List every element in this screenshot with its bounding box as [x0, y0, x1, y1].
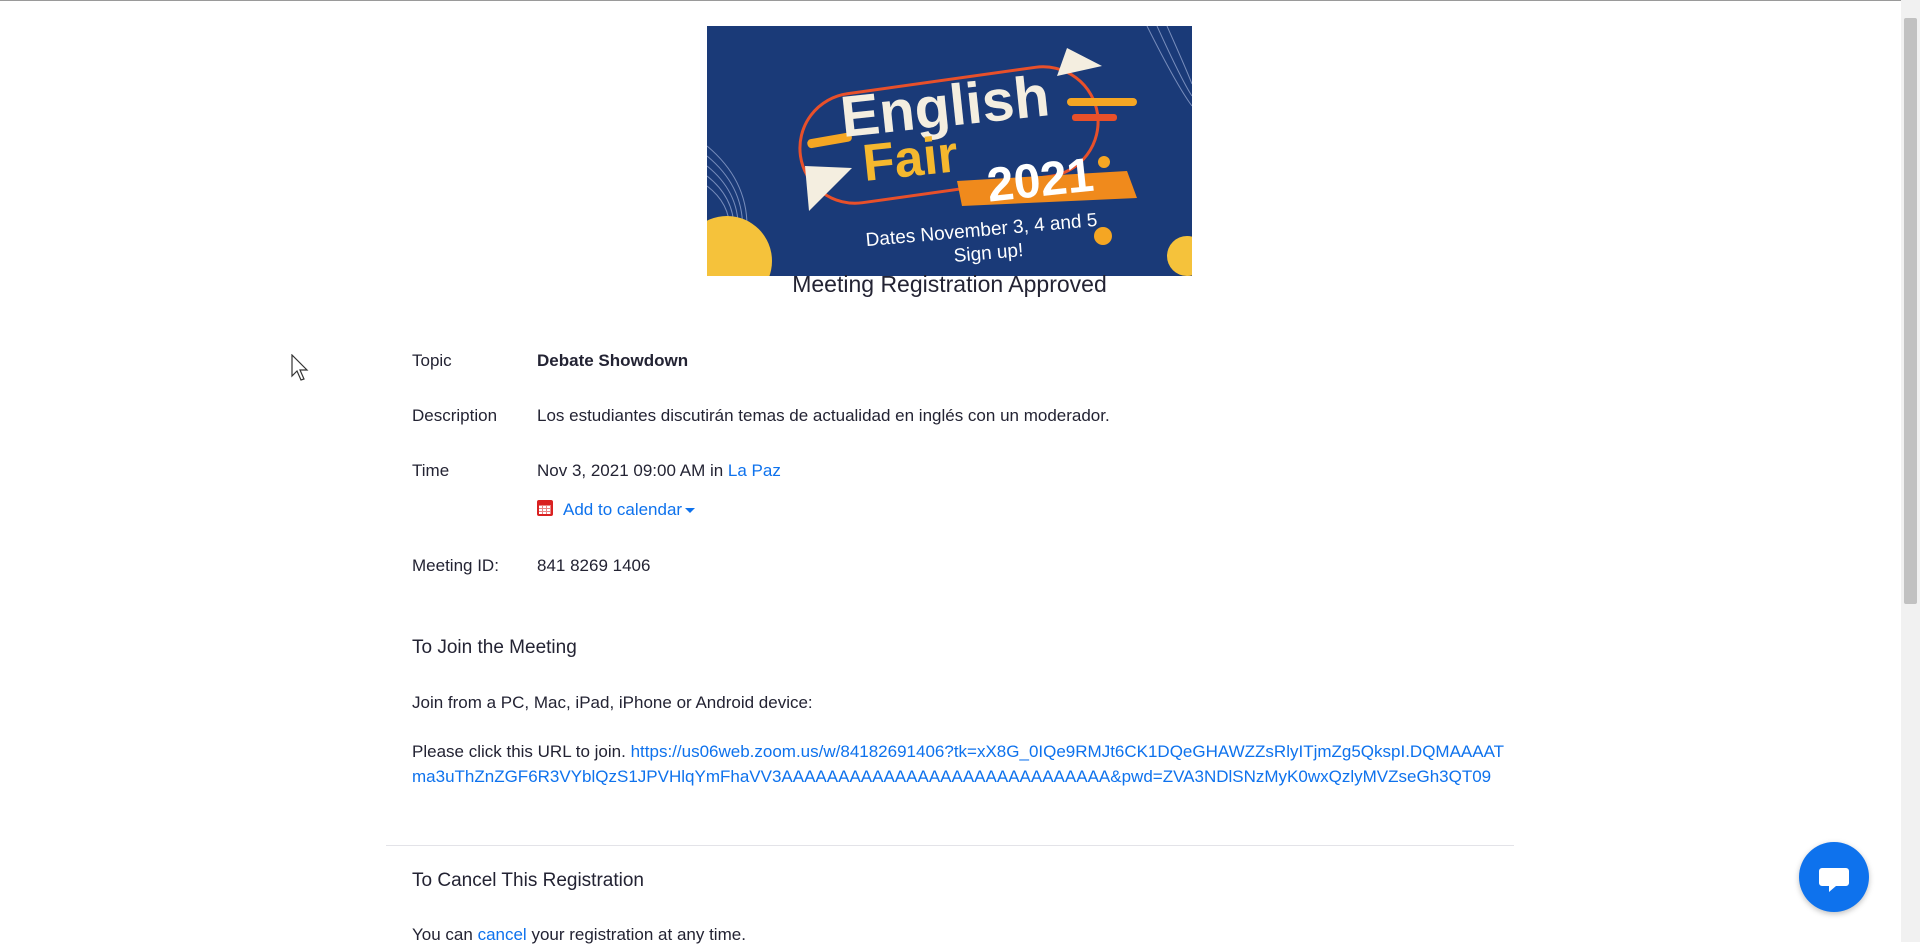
chat-button[interactable]	[1799, 842, 1869, 912]
time-label: Time	[412, 461, 450, 480]
cancel-link[interactable]: cancel	[478, 925, 527, 944]
cancel-section-title: To Cancel This Registration	[412, 870, 644, 891]
add-to-calendar-label[interactable]: Add to calendar	[563, 500, 682, 519]
mouse-cursor-icon	[291, 354, 309, 381]
timezone-link[interactable]: La Paz	[728, 461, 781, 480]
calendar-icon	[537, 500, 553, 516]
description-value: Los estudiantes discutirán temas de actu…	[537, 406, 1110, 425]
vertical-scrollbar[interactable]	[1901, 0, 1920, 942]
topic-label: Topic	[412, 351, 452, 370]
cancel-text-after: your registration at any time.	[531, 925, 746, 944]
description-label: Description	[412, 406, 498, 425]
join-section-title: To Join the Meeting	[412, 637, 577, 658]
page-title: Meeting Registration Approved	[792, 271, 1107, 297]
cancel-text-row: You can cancel your registration at any …	[412, 922, 746, 947]
join-devices-text: Join from a PC, Mac, iPad, iPhone or And…	[412, 693, 813, 712]
top-border	[0, 0, 1920, 1]
cancel-text-before: You can	[412, 925, 473, 944]
event-banner: English Fair 2021 Dates November 3, 4 an…	[707, 26, 1192, 276]
join-url-block: Please click this URL to join. https://u…	[412, 739, 1512, 789]
banner-line2: Fair	[860, 125, 961, 193]
banner-year: 2021	[985, 149, 1097, 213]
time-value: Nov 3, 2021 09:00 AM in	[537, 461, 724, 480]
topic-value: Debate Showdown	[537, 351, 689, 370]
scrollbar-thumb[interactable]	[1904, 18, 1917, 604]
caret-down-icon	[685, 508, 696, 513]
section-divider	[386, 845, 1514, 846]
time-row: Nov 3, 2021 09:00 AM in La Paz	[537, 461, 781, 481]
meeting-id-label: Meeting ID:	[412, 556, 499, 575]
meeting-id-value: 841 8269 1406	[537, 556, 651, 575]
join-click-text: Please click this URL to join.	[412, 742, 626, 761]
chat-bubble-icon	[1819, 868, 1849, 892]
add-to-calendar-dropdown[interactable]: Add to calendar	[537, 500, 696, 520]
